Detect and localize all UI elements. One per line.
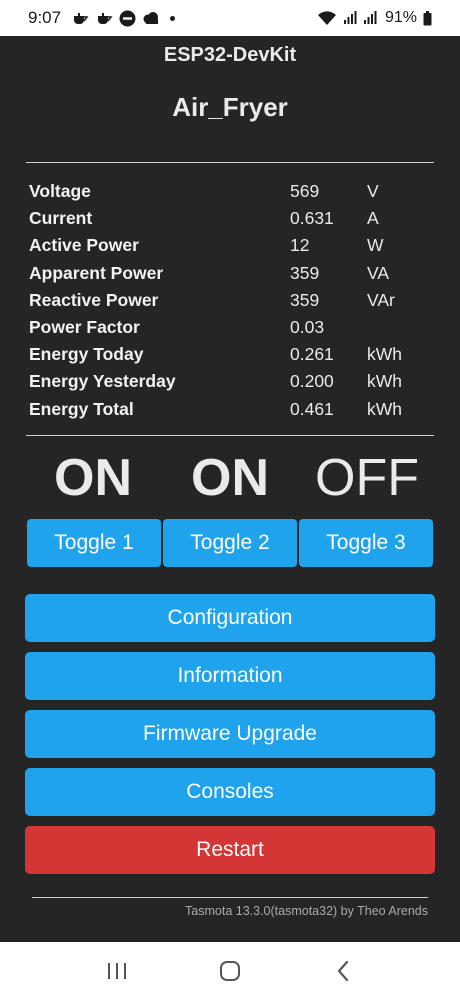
cloud-icon	[142, 11, 160, 25]
sensor-table: Voltage 569 V Current 0.631 A Active Pow…	[29, 178, 429, 423]
sensor-unit: kWh	[367, 344, 402, 365]
consoles-button[interactable]: Consoles	[25, 768, 435, 816]
footer-version: Tasmota 13.3.0(tasmota32) by Theo Arends	[185, 904, 428, 918]
sensor-row-apparent-power: Apparent Power 359 VA	[29, 260, 429, 287]
sensor-unit: V	[367, 181, 379, 202]
teapot-icon	[71, 11, 89, 25]
divider	[32, 897, 428, 898]
sensor-unit: VAr	[367, 289, 395, 310]
sensor-row-current: Current 0.631 A	[29, 205, 429, 232]
do-not-disturb-icon	[119, 10, 136, 27]
sensor-label: Energy Total	[29, 398, 134, 419]
sensor-value: 0.261	[290, 344, 334, 365]
wifi-icon	[317, 10, 337, 26]
sensor-row-active-power: Active Power 12 W	[29, 232, 429, 259]
information-button[interactable]: Information	[25, 652, 435, 700]
sensor-row-reactive-power: Reactive Power 359 VAr	[29, 287, 429, 314]
sensor-value: 0.631	[290, 208, 334, 229]
teapot-icon	[95, 11, 113, 25]
signal-icon	[343, 11, 357, 25]
relay-3-state: OFF	[315, 449, 419, 507]
tasmota-main-page: ESP32-DevKit Air_Fryer Voltage 569 V Cur…	[0, 36, 460, 942]
sensor-unit: A	[367, 208, 379, 229]
sensor-label: Voltage	[29, 181, 91, 202]
module-name: Air_Fryer	[172, 92, 288, 122]
sensor-label: Current	[29, 208, 93, 229]
signal-icon	[363, 11, 377, 25]
relay-2-state: ON	[191, 449, 269, 507]
sensor-row-voltage: Voltage 569 V	[29, 178, 429, 205]
restart-button[interactable]: Restart	[25, 826, 435, 874]
status-bar-right: 91%	[317, 9, 432, 27]
relay-states: ON ON OFF	[26, 448, 434, 508]
sensor-row-energy-total: Energy Total 0.461 kWh	[29, 396, 429, 423]
sensor-unit: kWh	[367, 398, 402, 419]
sensor-unit: W	[367, 235, 384, 256]
main-menu: Configuration Information Firmware Upgra…	[25, 594, 435, 884]
sensor-label: Power Factor	[29, 317, 140, 338]
back-icon[interactable]	[323, 951, 363, 991]
toggle-buttons: Toggle 1 Toggle 2 Toggle 3	[27, 519, 433, 567]
sensor-label: Active Power	[29, 235, 139, 256]
battery-percentage: 91%	[384, 9, 417, 26]
sensor-row-energy-today: Energy Today 0.261 kWh	[29, 341, 429, 368]
sensor-label: Apparent Power	[29, 262, 164, 283]
sensor-unit: kWh	[367, 371, 402, 392]
status-bar: 9:07 91%	[0, 0, 460, 36]
sensor-value: 359	[290, 289, 320, 310]
device-name: ESP32-DevKit	[163, 44, 297, 66]
sensor-label: Energy Today	[29, 344, 144, 365]
firmware-upgrade-button[interactable]: Firmware Upgrade	[25, 710, 435, 758]
recent-apps-icon[interactable]	[97, 951, 137, 991]
sensor-label: Reactive Power	[29, 289, 159, 310]
sensor-unit: VA	[367, 262, 390, 283]
status-bar-left: 9:07	[28, 8, 176, 28]
divider	[26, 435, 434, 436]
sensor-value: 359	[290, 262, 320, 283]
toggle-3-button[interactable]: Toggle 3	[299, 519, 433, 567]
divider	[26, 162, 434, 163]
relay-1-state: ON	[54, 449, 132, 507]
sensor-row-power-factor: Power Factor 0.03	[29, 314, 429, 341]
status-time: 9:07	[28, 8, 62, 27]
sensor-value: 569	[290, 181, 320, 202]
sensor-row-energy-yesterday: Energy Yesterday 0.200 kWh	[29, 368, 429, 395]
configuration-button[interactable]: Configuration	[25, 594, 435, 642]
toggle-2-button[interactable]: Toggle 2	[163, 519, 297, 567]
home-icon[interactable]	[210, 951, 250, 991]
toggle-1-button[interactable]: Toggle 1	[27, 519, 161, 567]
sensor-value: 0.461	[290, 398, 334, 419]
sensor-value: 0.03	[290, 317, 325, 338]
battery-icon	[423, 10, 432, 26]
dot-icon	[170, 15, 176, 21]
navigation-bar	[0, 942, 460, 1000]
sensor-label: Energy Yesterday	[29, 371, 176, 392]
sensor-value: 12	[290, 235, 310, 256]
sensor-value: 0.200	[290, 371, 334, 392]
